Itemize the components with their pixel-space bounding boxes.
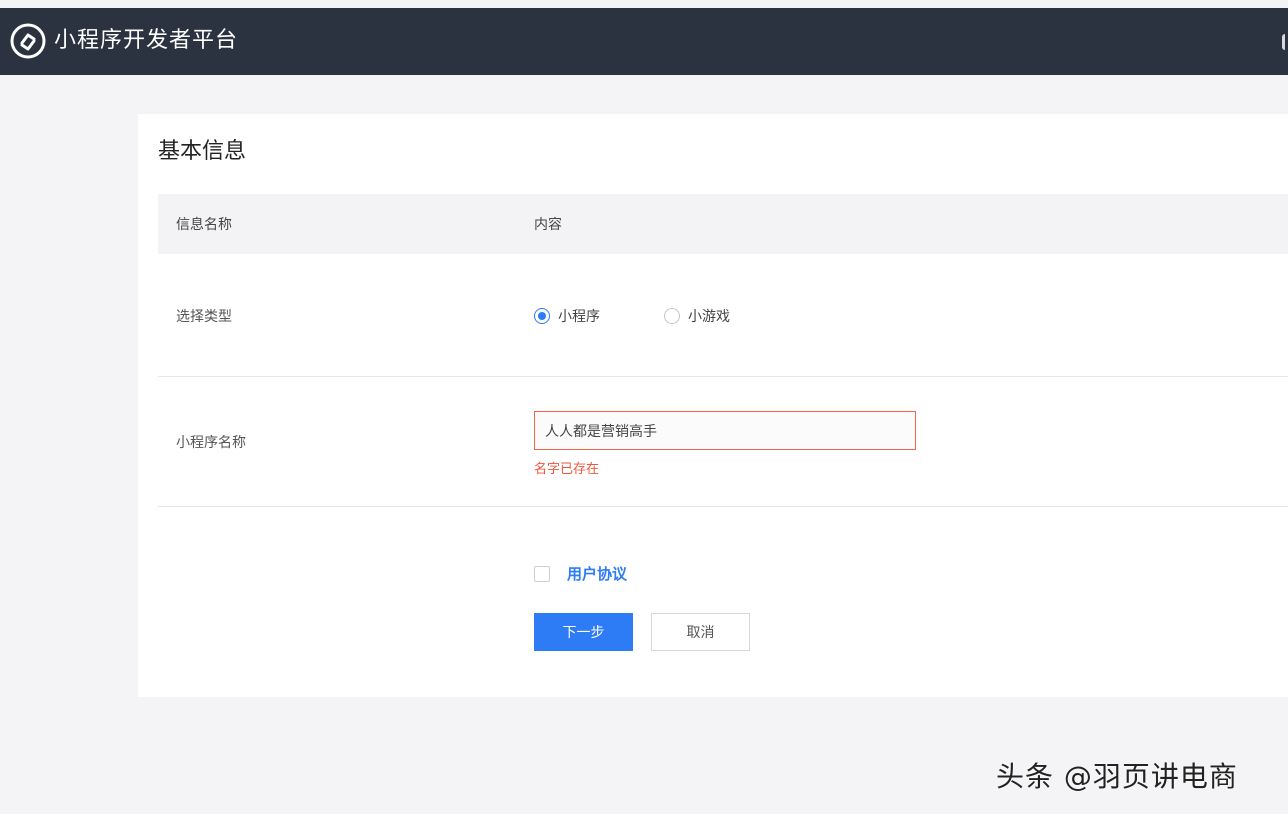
- mini-program-name-input[interactable]: [534, 411, 916, 450]
- radio-mini-program-label: 小程序: [558, 309, 600, 325]
- mini-program-logo-icon[interactable]: [10, 23, 46, 59]
- row-divider: [158, 506, 1288, 507]
- radio-mini-game-indicator[interactable]: [664, 308, 680, 324]
- header-right-edge-glyph: [1282, 34, 1288, 50]
- section-title: 基本信息: [158, 139, 247, 164]
- table-header: 信息名称 内容: [158, 194, 1288, 254]
- name-error-message: 名字已存在: [534, 462, 600, 477]
- cancel-button[interactable]: 取消: [651, 613, 750, 651]
- radio-mini-game-label: 小游戏: [688, 309, 730, 325]
- header-col-content: 内容: [534, 217, 562, 233]
- top-header-bar: 小程序开发者平台: [0, 8, 1288, 75]
- user-agreement-link[interactable]: 用户协议: [567, 563, 627, 584]
- radio-mini-program-indicator[interactable]: [534, 308, 550, 324]
- app-title: 小程序开发者平台: [54, 28, 239, 53]
- type-row-label: 选择类型: [176, 309, 232, 325]
- next-step-button[interactable]: 下一步: [534, 613, 633, 651]
- radio-mini-program[interactable]: 小程序: [534, 306, 600, 326]
- agreement-checkbox[interactable]: [534, 566, 550, 582]
- name-row-label: 小程序名称: [176, 435, 246, 451]
- radio-mini-game[interactable]: 小游戏: [664, 306, 730, 326]
- header-col-info-name: 信息名称: [176, 217, 232, 233]
- watermark-text: 头条 @羽页讲电商: [996, 760, 1238, 793]
- basic-info-card: 基本信息 信息名称 内容 选择类型 小程序 小游戏 小程序名称 名字已存在 用户…: [138, 114, 1288, 697]
- row-divider: [158, 376, 1288, 377]
